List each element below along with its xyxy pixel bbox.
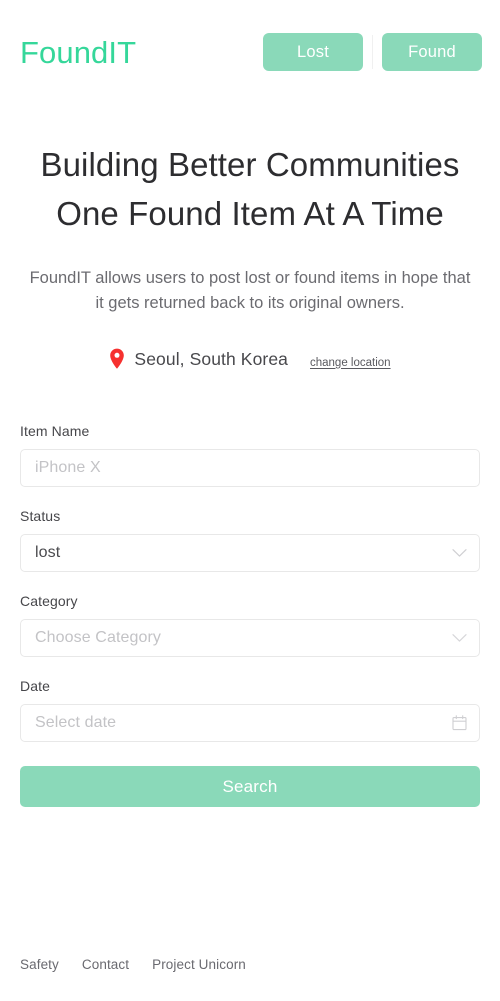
date-label: Date [20, 678, 50, 694]
calendar-icon[interactable] [452, 715, 467, 731]
field-date: Date Select date [20, 678, 480, 742]
logo[interactable]: FoundIT [20, 37, 136, 68]
page-title: Building Better Communities One Found It… [40, 146, 460, 232]
date-placeholder: Select date [35, 714, 117, 731]
date-input[interactable]: Select date [20, 704, 480, 742]
chevron-down-icon [452, 634, 467, 643]
field-status: Status lost [20, 508, 480, 572]
location-row: Seoul, South Korea change location [20, 348, 480, 370]
category-label: Category [20, 593, 78, 609]
status-select[interactable]: lost [20, 534, 480, 572]
header-nav: Lost Found [263, 33, 482, 71]
footer-link-safety[interactable]: Safety [20, 957, 59, 972]
category-select[interactable]: Choose Category [20, 619, 480, 657]
status-label: Status [20, 508, 61, 524]
search-form: Item Name iPhone X Status lost Category … [0, 423, 500, 807]
field-item-name: Item Name iPhone X [20, 423, 480, 487]
footer-link-project-unicorn[interactable]: Project Unicorn [152, 957, 246, 972]
status-value: lost [35, 544, 61, 561]
item-name-label: Item Name [20, 423, 90, 439]
chevron-down-icon [452, 549, 467, 558]
site-header: FoundIT Lost Found [0, 0, 500, 104]
footer-link-contact[interactable]: Contact [82, 957, 129, 972]
hero-subtitle: FoundIT allows users to post lost or fou… [29, 269, 471, 312]
field-category: Category Choose Category [20, 593, 480, 657]
hero-section: Building Better Communities One Found It… [0, 104, 500, 370]
nav-found-button[interactable]: Found [382, 33, 482, 71]
location-name: Seoul, South Korea [134, 349, 288, 369]
site-footer: Safety Contact Project Unicorn [0, 957, 500, 1001]
nav-divider [372, 35, 373, 69]
item-name-input[interactable]: iPhone X [20, 449, 480, 487]
nav-lost-button[interactable]: Lost [263, 33, 363, 71]
search-button[interactable]: Search [20, 766, 480, 807]
item-name-placeholder: iPhone X [35, 459, 101, 476]
category-placeholder: Choose Category [35, 629, 162, 646]
map-pin-icon [109, 348, 125, 369]
change-location-link[interactable]: change location [310, 357, 391, 369]
